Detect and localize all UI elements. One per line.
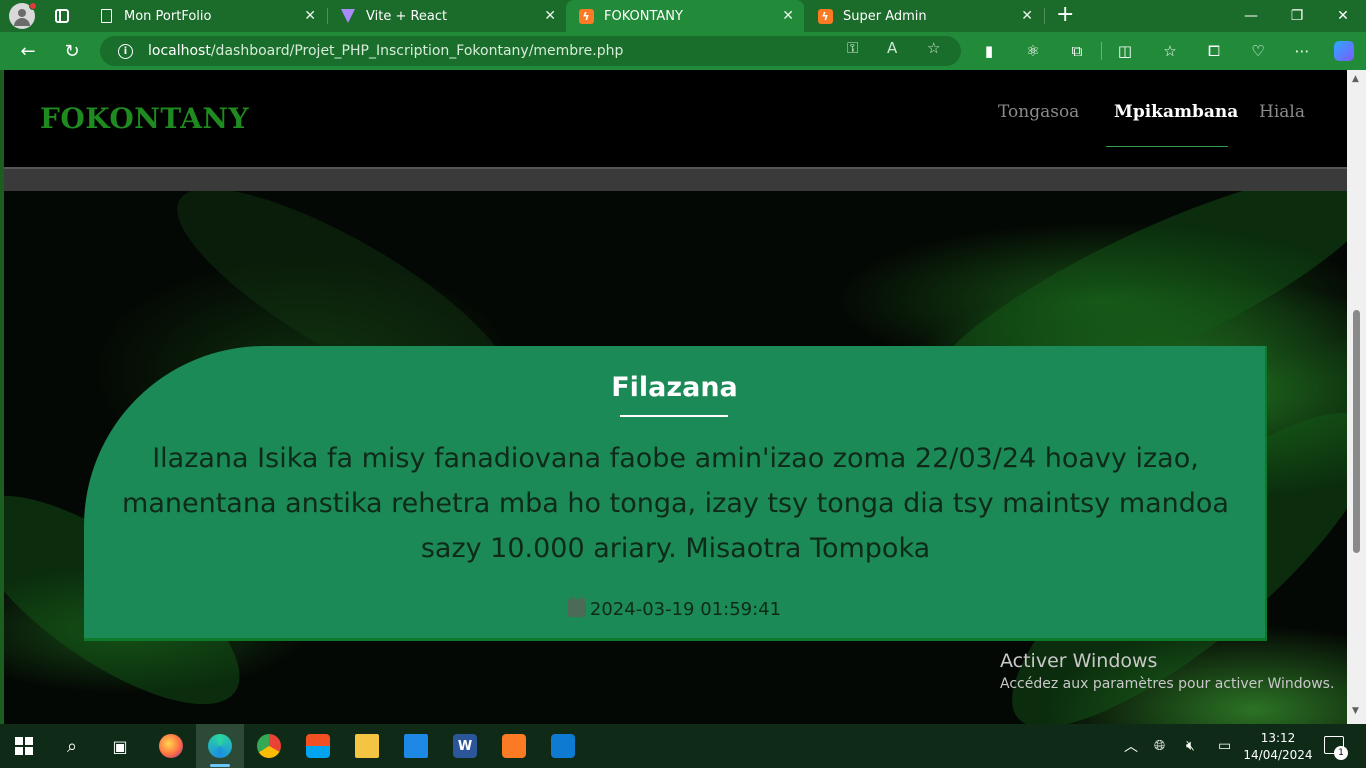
announcement-body: Ilazana Isika fa misy fanadiovana faobe … bbox=[122, 443, 1229, 564]
microsoft-store-icon[interactable] bbox=[294, 724, 342, 768]
close-icon[interactable]: ✕ bbox=[304, 8, 316, 24]
copilot-icon[interactable] bbox=[1334, 41, 1354, 61]
new-tab-button[interactable]: + bbox=[1056, 4, 1074, 26]
page-viewport: FOKONTANY Tongasoa Mpikambana Hiala Fila… bbox=[4, 70, 1347, 724]
browser-tab-strip: Mon PortFolio ✕ Vite + React ✕ ϟ FOKONTA… bbox=[0, 0, 1366, 32]
clipboard-icon[interactable]: ▮ bbox=[979, 41, 999, 61]
browser-tab-fokontany[interactable]: ϟ FOKONTANY ✕ bbox=[566, 0, 804, 32]
react-devtools-icon[interactable]: ⚛ bbox=[1023, 41, 1043, 61]
browser-toolbar: ← ↻ i localhost/dashboard/Projet_PHP_Ins… bbox=[0, 32, 1366, 70]
close-window-icon[interactable]: ✕ bbox=[1320, 0, 1366, 32]
key-icon[interactable]: ⚿ bbox=[847, 39, 858, 57]
task-view-icon[interactable]: ▣ bbox=[96, 724, 144, 768]
scroll-up-icon[interactable]: ▲ bbox=[1352, 74, 1359, 84]
active-nav-underline bbox=[1106, 146, 1228, 147]
vscode-icon[interactable] bbox=[539, 724, 587, 768]
clock-time: 13:12 bbox=[1260, 731, 1296, 745]
extensions-icon[interactable]: ⧉ bbox=[1067, 41, 1087, 61]
battery-icon[interactable]: ▭ bbox=[1218, 724, 1231, 768]
close-icon[interactable]: ✕ bbox=[1021, 8, 1033, 24]
page-scrollbar[interactable]: ▲ ▼ bbox=[1347, 70, 1366, 724]
windows-activation-watermark: Activer Windows Accédez aux paramètres p… bbox=[1000, 650, 1334, 692]
site-header: FOKONTANY Tongasoa Mpikambana Hiala bbox=[4, 70, 1347, 167]
xampp-icon: ϟ bbox=[578, 8, 594, 24]
minimize-icon[interactable]: — bbox=[1228, 0, 1274, 32]
nav-link-hiala[interactable]: Hiala bbox=[1259, 102, 1305, 122]
network-globe-icon[interactable]: 🌐︎ bbox=[1154, 724, 1165, 768]
nav-link-mpikambana[interactable]: Mpikambana bbox=[1114, 102, 1238, 122]
chrome-icon[interactable] bbox=[245, 724, 293, 768]
clock-date: 14/04/2024 bbox=[1243, 748, 1313, 762]
scrollbar-thumb[interactable] bbox=[1353, 310, 1360, 553]
close-icon[interactable]: ✕ bbox=[782, 8, 794, 24]
read-aloud-icon[interactable]: A bbox=[887, 39, 897, 57]
announcement-card: Filazana Ilazana Isika fa misy fanadiova… bbox=[84, 346, 1267, 641]
firefox-icon[interactable] bbox=[147, 724, 195, 768]
site-info-icon[interactable]: i bbox=[118, 43, 133, 59]
watermark-title: Activer Windows bbox=[1000, 650, 1158, 672]
xampp-icon: ϟ bbox=[817, 8, 833, 24]
word-icon[interactable]: W bbox=[441, 724, 489, 768]
browser-tab-vite[interactable]: Vite + React ✕ bbox=[328, 0, 566, 32]
search-icon[interactable]: ⌕ bbox=[48, 724, 96, 768]
file-explorer-icon[interactable] bbox=[343, 724, 391, 768]
volume-muted-icon[interactable]: 🔇︎ bbox=[1186, 724, 1195, 768]
watermark-subtitle: Accédez aux paramètres pour activer Wind… bbox=[1000, 676, 1335, 692]
announcement-date: 2024-03-19 01:59:41 bbox=[84, 596, 1265, 620]
profile-avatar-icon[interactable] bbox=[9, 2, 37, 29]
split-screen-icon[interactable]: ◫ bbox=[1115, 41, 1135, 61]
nav-link-tongasoa[interactable]: Tongasoa bbox=[998, 102, 1079, 122]
browser-essentials-icon[interactable]: ♡ bbox=[1248, 41, 1268, 61]
windows-taskbar: ⌕ ▣ W ︿ 🌐︎ 🔇︎ ▭ 13:12 14/04/2024 1 bbox=[0, 724, 1366, 768]
xampp-taskbar-icon[interactable] bbox=[490, 724, 538, 768]
vite-icon bbox=[340, 8, 356, 24]
refresh-icon[interactable]: ↻ bbox=[61, 40, 83, 62]
close-icon[interactable]: ✕ bbox=[544, 8, 556, 24]
mail-icon[interactable] bbox=[392, 724, 440, 768]
document-icon bbox=[98, 8, 114, 24]
start-button[interactable] bbox=[0, 724, 48, 768]
edge-icon[interactable] bbox=[196, 724, 244, 768]
address-bar[interactable]: i localhost/dashboard/Projet_PHP_Inscrip… bbox=[100, 36, 961, 66]
tab-title: Vite + React bbox=[366, 8, 448, 24]
restore-icon[interactable]: ❐ bbox=[1274, 0, 1320, 32]
announcement-date-text: 2024-03-19 01:59:41 bbox=[589, 599, 782, 620]
announcement-title: Filazana bbox=[611, 372, 738, 403]
favorite-star-icon[interactable]: ☆ bbox=[927, 39, 940, 57]
windows-logo-icon bbox=[15, 737, 33, 755]
favorites-icon[interactable]: ☆ bbox=[1160, 41, 1180, 61]
show-hidden-icons-icon[interactable]: ︿ bbox=[1124, 724, 1138, 768]
site-brand[interactable]: FOKONTANY bbox=[40, 102, 249, 135]
notification-badge: 1 bbox=[1334, 746, 1348, 760]
calendar-icon bbox=[567, 596, 586, 617]
tab-title: Super Admin bbox=[843, 8, 927, 24]
address-url[interactable]: localhost/dashboard/Projet_PHP_Inscripti… bbox=[148, 43, 623, 59]
tab-title: FOKONTANY bbox=[604, 8, 683, 24]
title-underline bbox=[620, 415, 728, 417]
tab-actions-icon[interactable] bbox=[55, 9, 69, 23]
header-divider bbox=[4, 167, 1347, 191]
scroll-down-icon[interactable]: ▼ bbox=[1352, 706, 1359, 716]
browser-tab-super-admin[interactable]: ϟ Super Admin ✕ bbox=[805, 0, 1043, 32]
tab-title: Mon PortFolio bbox=[124, 8, 212, 24]
browser-tab-portfolio[interactable]: Mon PortFolio ✕ bbox=[86, 0, 326, 32]
collections-icon[interactable]: ⧠ bbox=[1204, 41, 1224, 61]
more-options-icon[interactable]: ⋯ bbox=[1292, 41, 1312, 61]
back-arrow-icon[interactable]: ← bbox=[17, 40, 39, 62]
system-clock[interactable]: 13:12 14/04/2024 bbox=[1243, 730, 1313, 764]
